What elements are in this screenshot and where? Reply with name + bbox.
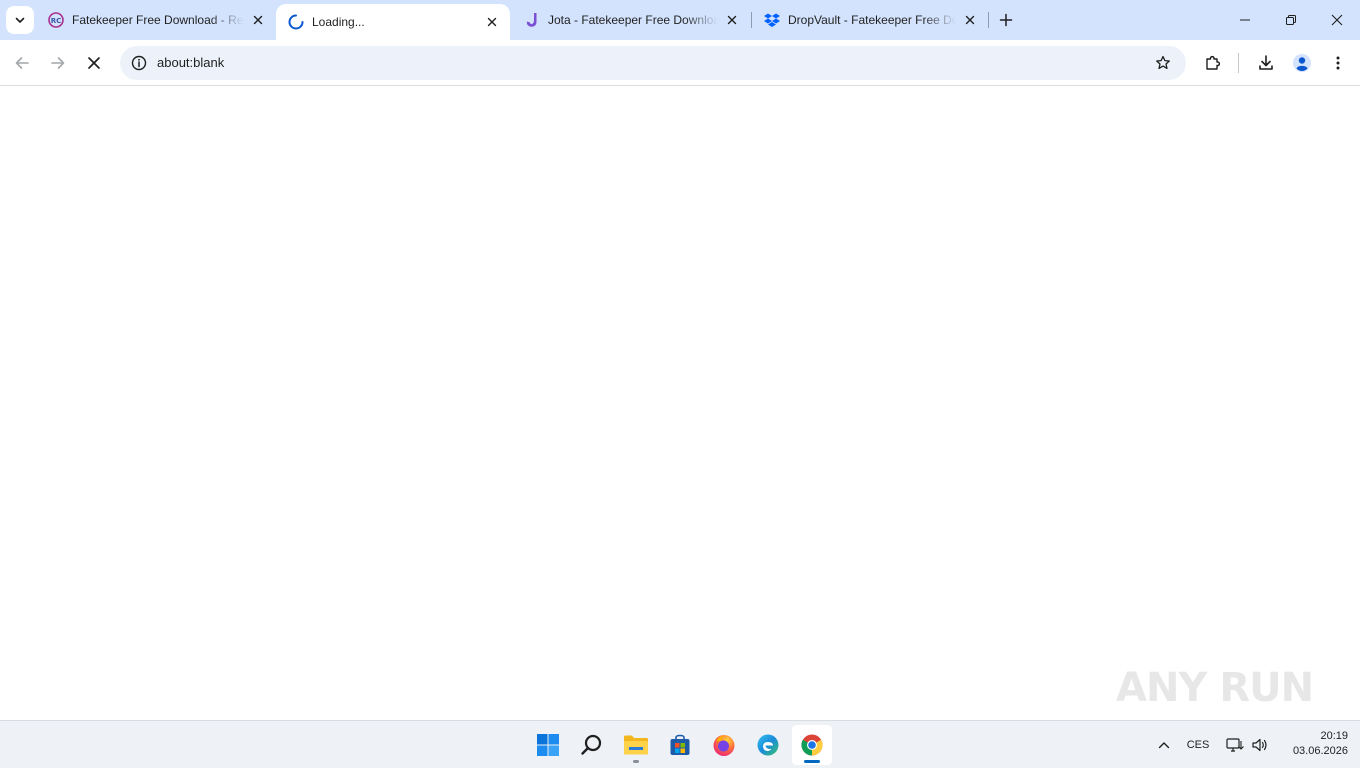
rc-badge-icon: RC [48,12,64,28]
taskbar-edge[interactable] [748,725,788,765]
tab-title: Jota - Fatekeeper Free Download [548,13,718,27]
forward-button[interactable] [42,47,74,79]
menu-button[interactable] [1322,47,1354,79]
taskbar-microsoft-store[interactable] [660,725,700,765]
edge-icon [757,734,779,756]
profile-button[interactable] [1286,47,1318,79]
network-status[interactable] [1224,721,1246,769]
bookmark-star-icon[interactable] [1152,52,1174,74]
jota-logo-icon [524,12,540,28]
microsoft-store-icon [670,734,690,755]
browser-toolbar: about:blank [0,40,1360,86]
clock-date: 03.06.2026 [1292,745,1348,757]
taskbar-search-button[interactable] [572,725,612,765]
language-text: CES [1186,739,1210,751]
downloads-button[interactable] [1250,47,1282,79]
close-icon [88,57,100,69]
running-indicator [633,760,639,763]
dropbox-icon [764,12,780,28]
tab-separator [988,12,989,28]
search-icon [581,734,602,755]
stop-loading-button[interactable] [78,47,110,79]
anyrun-watermark: ANY RUN [1116,656,1316,720]
taskbar-firefox[interactable] [704,725,744,765]
chevron-up-icon [1158,742,1170,749]
running-indicator [804,760,820,763]
site-info-icon[interactable] [128,52,150,74]
language-indicator[interactable]: CES [1182,721,1214,769]
tab-title: DropVault - Fatekeeper Free Download [788,13,956,27]
clock-time: 20:19 [1320,730,1348,742]
tab-title: Fatekeeper Free Download - Rep [72,13,244,27]
tab-fatekeeper-rep[interactable]: RC Fatekeeper Free Download - Rep [36,0,276,40]
windows-taskbar: CES 20:19 03.06.2026 [0,720,1360,768]
close-tab-icon[interactable] [724,12,740,28]
minimize-button[interactable] [1222,0,1268,40]
watermark-text: ANY RUN [1116,665,1314,711]
close-window-button[interactable] [1314,0,1360,40]
tab-search-button[interactable] [6,6,34,34]
download-icon [1259,55,1273,70]
back-button[interactable] [6,47,38,79]
page-content [0,87,1360,720]
speaker-icon [1252,738,1267,752]
firefox-icon [713,735,735,756]
start-button[interactable] [528,725,568,765]
close-tab-icon[interactable] [484,14,500,30]
arrow-right-icon [51,57,65,69]
windows-start-icon [537,734,559,756]
tab-jota[interactable]: Jota - Fatekeeper Free Download [512,0,750,40]
file-explorer-icon [624,735,648,755]
tab-title: Loading... [312,15,365,29]
tab-loading[interactable]: Loading... [276,4,510,40]
toolbar-separator [1238,53,1239,73]
address-bar[interactable]: about:blank [120,46,1186,80]
restore-icon [1286,15,1296,25]
taskbar-chrome[interactable] [792,725,832,765]
minimize-icon [1240,19,1250,21]
plus-icon [999,13,1013,27]
extensions-button[interactable] [1197,47,1229,79]
close-tab-icon[interactable] [250,12,266,28]
tab-strip: RC Fatekeeper Free Download - Rep Loadin… [0,0,1360,40]
network-monitor-icon [1226,738,1244,752]
more-vertical-icon [1336,56,1340,70]
puzzle-piece-icon [1206,55,1221,70]
arrow-left-icon [15,57,29,69]
svg-text:RC: RC [51,17,62,25]
tab-dropvault[interactable]: DropVault - Fatekeeper Free Download [752,0,988,40]
system-clock[interactable]: 20:19 03.06.2026 [1276,729,1348,759]
new-tab-button[interactable] [994,8,1018,32]
url-text[interactable]: about:blank [157,46,224,80]
show-hidden-icons-button[interactable] [1150,721,1178,769]
restore-button[interactable] [1268,0,1314,40]
close-tab-icon[interactable] [962,12,978,28]
chrome-icon [801,734,823,756]
chevron-down-icon [15,17,25,23]
taskbar-file-explorer[interactable] [616,725,656,765]
volume-control[interactable] [1249,721,1271,769]
close-icon [1331,14,1343,26]
loading-spinner-icon [288,14,304,30]
avatar-icon [1293,54,1311,72]
